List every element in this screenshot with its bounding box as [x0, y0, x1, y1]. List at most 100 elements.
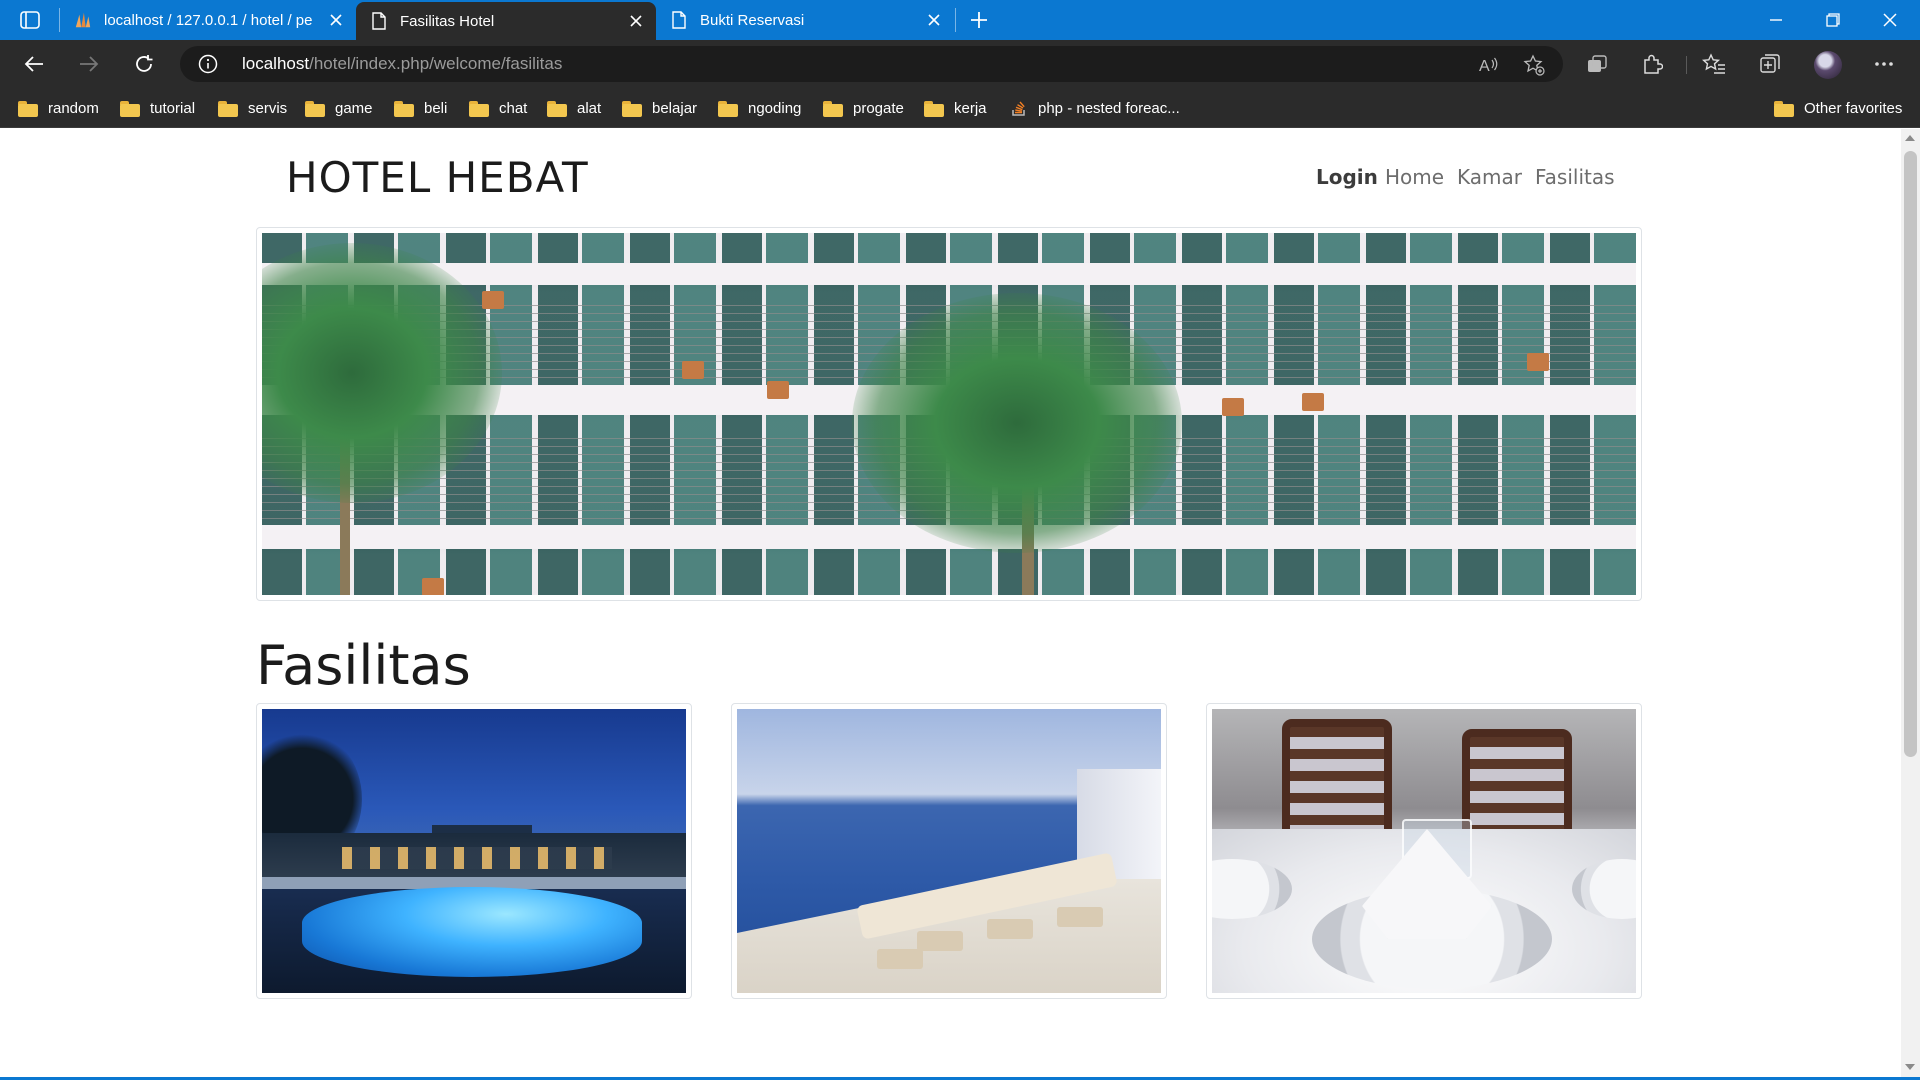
page-viewport: HOTEL HEBAT Login Home Kamar Fasilitas F… [0, 129, 1901, 1078]
tab-separator [955, 8, 956, 32]
other-favorites-label: Other favorites [1804, 99, 1903, 117]
folder-icon [120, 100, 140, 117]
bookmark-folder[interactable]: random [18, 88, 99, 128]
plus-icon [971, 12, 987, 28]
new-tab-button[interactable] [964, 6, 994, 34]
bookmark-folder[interactable]: chat [469, 88, 527, 128]
phpmyadmin-icon [74, 11, 92, 29]
facility-card[interactable] [731, 703, 1167, 999]
bookmark-folder[interactable]: ngoding [718, 88, 801, 128]
bookmark-folder[interactable]: kerja [924, 88, 987, 128]
page-icon [370, 12, 388, 30]
bookmark-folder[interactable]: servis [218, 88, 287, 128]
forward-button[interactable] [71, 46, 107, 82]
bookmark-folder[interactable]: alat [547, 88, 601, 128]
folder-icon [469, 100, 489, 117]
folder-icon [924, 100, 944, 117]
folder-icon [622, 100, 642, 117]
minimize-icon [1770, 19, 1782, 21]
close-window-button[interactable] [1862, 0, 1918, 40]
restore-icon [1826, 13, 1840, 27]
stackoverflow-icon [1012, 101, 1025, 116]
folder-icon [718, 100, 738, 117]
profile-avatar[interactable] [1814, 51, 1842, 79]
folder-icon [547, 100, 567, 117]
more-options-icon[interactable] [1870, 50, 1898, 78]
nav-kamar[interactable]: Kamar [1457, 165, 1522, 189]
page-scrollbar[interactable] [1901, 129, 1920, 1078]
tab-phpmyadmin[interactable]: localhost / 127.0.0.1 / hotel / pe [60, 0, 356, 40]
sea-view-terrace-image [737, 709, 1161, 993]
add-favorite-icon[interactable] [1523, 54, 1545, 76]
toolbar-separator [1686, 56, 1687, 74]
read-aloud-icon[interactable]: A [1478, 54, 1500, 76]
url-host: localhost [242, 54, 310, 73]
site-brand[interactable]: HOTEL HEBAT [286, 153, 589, 202]
back-arrow-icon [24, 56, 43, 72]
bookmark-link[interactable]: php - nested foreac... [1010, 88, 1180, 128]
bookmark-folder[interactable]: tutorial [120, 88, 195, 128]
bookmark-label: belajar [652, 99, 698, 117]
other-favorites-folder[interactable]: Other favorites [1774, 88, 1902, 128]
nav-home[interactable]: Home [1385, 165, 1444, 189]
restaurant-table-image [1212, 709, 1636, 993]
bookmark-label: tutorial [150, 99, 196, 117]
scrollbar-thumb[interactable] [1904, 151, 1917, 757]
nav-fasilitas[interactable]: Fasilitas [1535, 165, 1615, 189]
scroll-up-arrow-icon[interactable] [1905, 135, 1915, 141]
folder-icon [1774, 100, 1794, 117]
svg-text:A: A [1479, 58, 1490, 74]
tab-close-icon[interactable] [922, 8, 946, 32]
refresh-button[interactable] [126, 46, 162, 82]
bookmarks-bar: random tutorial servis game beli chat al… [0, 88, 1920, 128]
back-button[interactable] [16, 46, 52, 82]
tab-title: Bukti Reservasi [700, 11, 805, 29]
url-text[interactable]: localhost/hotel/index.php/welcome/fasili… [242, 46, 562, 82]
bookmark-label: php - nested foreac... [1038, 99, 1180, 117]
extensions-icon[interactable] [1638, 50, 1666, 78]
facility-card[interactable] [256, 703, 692, 999]
folder-icon [18, 100, 38, 117]
nav-login[interactable]: Login [1316, 165, 1378, 189]
address-bar[interactable]: localhost/hotel/index.php/welcome/fasili… [180, 46, 1563, 82]
tab-close-icon[interactable] [324, 8, 348, 32]
section-title: Fasilitas [256, 634, 471, 697]
bookmark-label: kerja [954, 99, 987, 117]
tab-fasilitas-hotel[interactable]: Fasilitas Hotel [356, 2, 656, 40]
bookmark-folder[interactable]: game [305, 88, 373, 128]
site-info-icon[interactable] [198, 54, 218, 74]
tab-actions-button[interactable] [8, 6, 52, 34]
browser-title-bar: localhost / 127.0.0.1 / hotel / pe Fasil… [0, 0, 1920, 40]
facility-card[interactable] [1206, 703, 1642, 999]
browser-toolbar: localhost/hotel/index.php/welcome/fasili… [0, 40, 1920, 88]
favorites-icon[interactable] [1700, 50, 1728, 78]
scroll-down-arrow-icon[interactable] [1905, 1064, 1915, 1070]
tab-title: Fasilitas Hotel [400, 12, 495, 30]
forward-arrow-icon [80, 56, 99, 72]
bookmark-label: game [335, 99, 373, 117]
collections-icon[interactable] [1756, 50, 1784, 78]
bookmark-folder[interactable]: beli [394, 88, 447, 128]
bookmark-folder[interactable]: belajar [622, 88, 697, 128]
tab-bukti-reservasi[interactable]: Bukti Reservasi [656, 0, 954, 40]
bookmark-label: alat [577, 99, 602, 117]
swimming-pool-image [262, 709, 686, 993]
page-icon [670, 11, 688, 29]
close-icon [1883, 13, 1897, 27]
url-path: /hotel/index.php/welcome/fasilitas [309, 54, 563, 73]
bookmark-folder[interactable]: progate [823, 88, 904, 128]
tab-actions-icon [20, 11, 40, 29]
tab-title: localhost / 127.0.0.1 / hotel / pe [104, 11, 313, 29]
bookmark-label: random [48, 99, 99, 117]
tab-sharing-icon[interactable] [1583, 50, 1611, 78]
hotel-building-image [262, 233, 1636, 595]
restore-button[interactable] [1805, 0, 1861, 40]
bookmark-label: chat [499, 99, 528, 117]
tab-close-icon[interactable] [624, 9, 648, 33]
folder-icon [218, 100, 238, 117]
minimize-button[interactable] [1748, 0, 1804, 40]
folder-icon [305, 100, 325, 117]
refresh-icon [136, 55, 153, 72]
hero-image-card [256, 227, 1642, 601]
bookmark-label: progate [853, 99, 904, 117]
